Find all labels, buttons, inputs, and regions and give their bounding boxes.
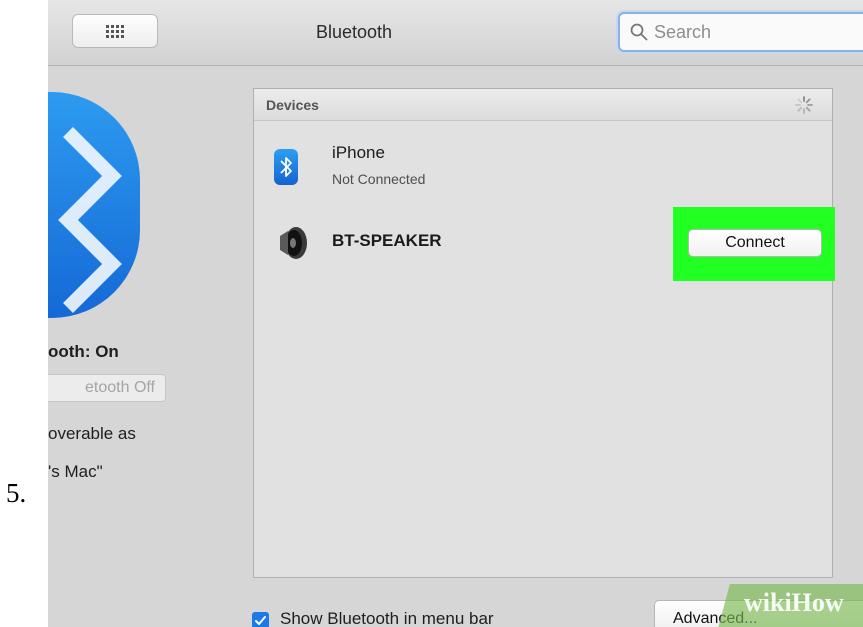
show-in-menu-bar-checkbox[interactable] bbox=[252, 612, 269, 627]
devices-header: Devices bbox=[254, 89, 832, 121]
devices-title: Devices bbox=[266, 97, 319, 113]
turn-bluetooth-off-button[interactable]: etooth Off bbox=[48, 374, 166, 402]
bluetooth-preferences-window: Bluetooth Search ooth: On etooth Off ove… bbox=[48, 0, 863, 627]
discoverable-text: overable as bbox=[48, 424, 136, 443]
bluetooth-icon bbox=[274, 149, 298, 185]
device-row-iphone[interactable]: iPhone Not Connected bbox=[254, 133, 832, 193]
device-name: BT-SPEAKER bbox=[332, 231, 442, 250]
search-icon bbox=[630, 23, 648, 41]
bluetooth-status: ooth: On bbox=[48, 342, 119, 361]
search-placeholder: Search bbox=[654, 21, 712, 42]
device-status: Not Connected bbox=[332, 171, 426, 187]
spinner-icon bbox=[795, 96, 813, 114]
show-all-button[interactable] bbox=[72, 14, 158, 48]
window-title: Bluetooth bbox=[316, 22, 393, 42]
grid-icon bbox=[106, 24, 124, 38]
search-input[interactable]: Search bbox=[618, 12, 863, 52]
toolbar: Bluetooth Search bbox=[48, 0, 863, 66]
devices-list: Devices iPhone Not Connected BT-SPEAKER … bbox=[253, 88, 835, 578]
checkmark-icon bbox=[255, 616, 266, 625]
bluetooth-logo-icon bbox=[48, 92, 140, 318]
connect-button[interactable]: Connect bbox=[688, 229, 822, 257]
show-in-menu-bar-label: Show Bluetooth in menu bar bbox=[280, 609, 494, 627]
device-name: iPhone bbox=[332, 143, 385, 162]
watermark-text: wikiHow bbox=[744, 588, 844, 617]
mac-name: 's Mac" bbox=[48, 462, 103, 481]
step-number: 5. bbox=[6, 478, 27, 508]
speaker-icon bbox=[280, 227, 307, 259]
